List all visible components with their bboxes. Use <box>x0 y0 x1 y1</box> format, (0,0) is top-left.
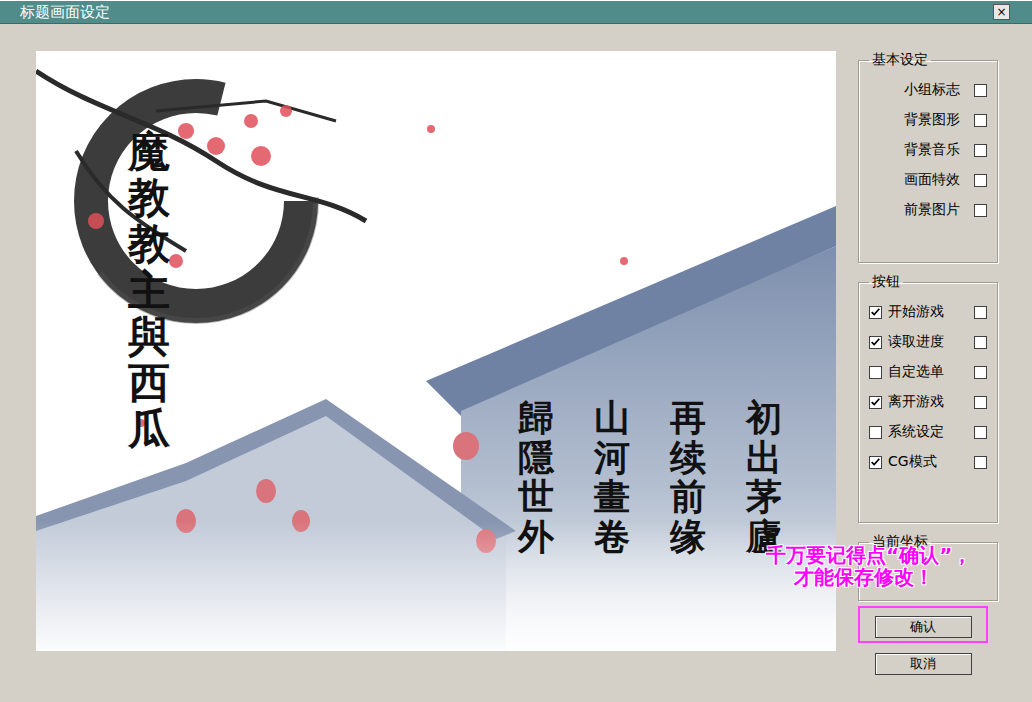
dialog-window: 标题画面设定 × 魔教教主與西瓜 初出茅廬 再续前缘 山河畫卷 歸隱世外 基本设定 小… <box>0 0 1032 702</box>
enable-checkbox[interactable] <box>869 366 882 379</box>
button-checkbox[interactable] <box>974 366 987 379</box>
setting-label: 小组标志 <box>904 81 960 99</box>
setting-label: 前景图片 <box>904 201 960 219</box>
annotation-note: 千万要记得点“确认”，才能保存修改！ <box>766 544 972 588</box>
button-row: 读取进度 <box>869 327 987 357</box>
button-label: 读取进度 <box>888 333 968 351</box>
button-label: 自定选单 <box>888 363 968 381</box>
setting-row: 小组标志 <box>869 75 987 105</box>
button-label: 离开游戏 <box>888 393 968 411</box>
setting-checkbox[interactable] <box>974 144 987 157</box>
buttons-group: 按钮 开始游戏 读取进度 自定选单 离开游戏 系统设定 CG模式 <box>858 273 998 523</box>
enable-checkbox[interactable] <box>869 306 882 319</box>
setting-row: 画面特效 <box>869 165 987 195</box>
tick-icon <box>870 307 881 318</box>
menu-option[interactable]: 歸隱世外 <box>518 399 554 557</box>
button-checkbox[interactable] <box>974 456 987 469</box>
tick-icon <box>870 337 881 348</box>
enable-checkbox[interactable] <box>869 396 882 409</box>
setting-row: 背景音乐 <box>869 135 987 165</box>
tick-icon <box>870 397 881 408</box>
action-button[interactable]: 确认 <box>875 616 972 638</box>
action-buttons: 确认取消 <box>858 606 998 680</box>
setting-checkbox[interactable] <box>974 84 987 97</box>
menu-option[interactable]: 山河畫卷 <box>594 399 630 557</box>
setting-row: 背景图形 <box>869 105 987 135</box>
setting-checkbox[interactable] <box>974 204 987 217</box>
basic-settings-group: 基本设定 小组标志 背景图形 背景音乐 画面特效 前景图片 <box>858 51 998 263</box>
title-bar: 标题画面设定 × <box>0 1 1032 24</box>
enable-checkbox[interactable] <box>869 336 882 349</box>
setting-checkbox[interactable] <box>974 114 987 127</box>
setting-label: 画面特效 <box>904 171 960 189</box>
close-button[interactable]: × <box>993 4 1010 20</box>
setting-row: 前景图片 <box>869 195 987 225</box>
button-checkbox[interactable] <box>974 396 987 409</box>
button-checkbox[interactable] <box>974 336 987 349</box>
button-checkbox[interactable] <box>974 306 987 319</box>
enable-checkbox[interactable] <box>869 456 882 469</box>
tick-icon <box>870 457 881 468</box>
annotation-line: 千万要记得点“确认”， <box>766 544 972 566</box>
setting-checkbox[interactable] <box>974 174 987 187</box>
title-screen-preview: 魔教教主與西瓜 初出茅廬 再续前缘 山河畫卷 歸隱世外 <box>36 51 836 651</box>
title-menu: 初出茅廬 再续前缘 山河畫卷 歸隱世外 <box>518 399 782 557</box>
button-row: 自定选单 <box>869 357 987 387</box>
button-label: 开始游戏 <box>888 303 968 321</box>
action-button[interactable]: 取消 <box>875 653 972 675</box>
button-row: CG模式 <box>869 447 987 477</box>
menu-option[interactable]: 初出茅廬 <box>746 399 782 557</box>
setting-label: 背景图形 <box>904 111 960 129</box>
button-label: 系统设定 <box>888 423 968 441</box>
button-row: 系统设定 <box>869 417 987 447</box>
game-title: 魔教教主與西瓜 <box>128 129 170 452</box>
enable-checkbox[interactable] <box>869 426 882 439</box>
menu-option[interactable]: 再续前缘 <box>670 399 706 557</box>
button-highlight: 确认 <box>858 606 988 643</box>
window-title: 标题画面设定 <box>20 3 110 22</box>
button-highlight: 取消 <box>858 643 988 680</box>
annotation-line: 才能保存修改！ <box>794 566 972 588</box>
group-legend: 按钮 <box>869 273 903 291</box>
button-checkbox[interactable] <box>974 426 987 439</box>
button-row: 开始游戏 <box>869 297 987 327</box>
button-row: 离开游戏 <box>869 387 987 417</box>
setting-label: 背景音乐 <box>904 141 960 159</box>
button-label: CG模式 <box>888 453 968 471</box>
group-legend: 基本设定 <box>869 51 931 69</box>
